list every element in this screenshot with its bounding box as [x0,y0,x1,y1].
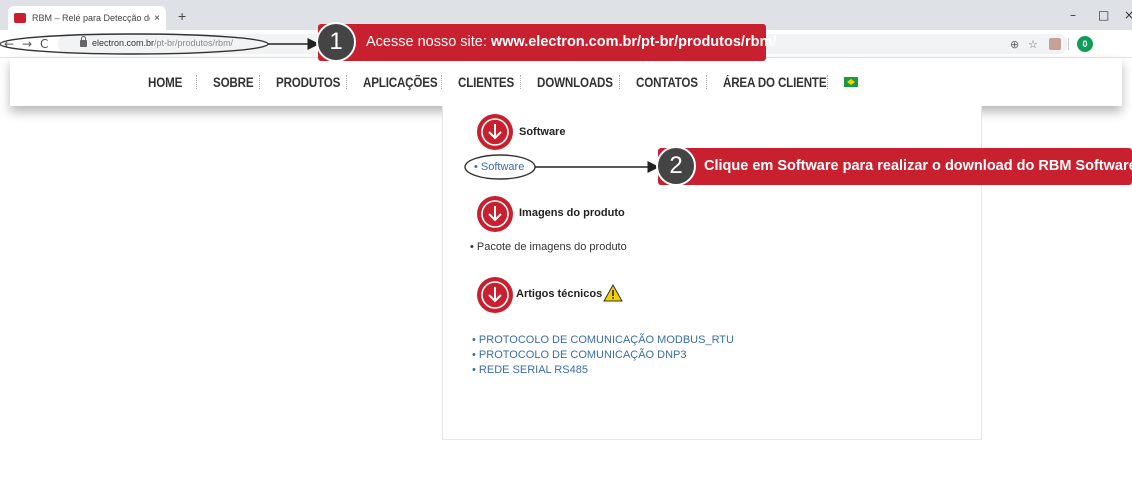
nav-separator [520,75,521,89]
software-section-title: Software [519,126,566,138]
url-host: electron.com.br [92,38,155,48]
nav-item-sobre[interactable]: SOBRE [213,75,254,90]
nav-separator [196,75,197,89]
nav-item-contatos[interactable]: CONTATOS [636,75,698,90]
nav-item--rea-do-cliente[interactable]: ÁREA DO CLIENTE [723,75,827,90]
back-button[interactable]: ← [4,37,14,51]
zoom-icon[interactable]: ⊕ [1010,38,1019,51]
software-download-icon[interactable] [477,114,513,150]
images-section-title: Imagens do produto [519,207,625,219]
article-link[interactable]: • REDE SERIAL RS485 [472,364,588,376]
article-link[interactable]: • PROTOCOLO DE COMUNICAÇÃO DNP3 [472,349,687,361]
extension-badge-icon[interactable]: 0 [1077,36,1093,52]
forward-button[interactable]: → [22,37,32,51]
brazil-flag-icon[interactable] [844,77,858,87]
nav-item-aplica-es[interactable]: APLICAÇÕES [363,75,438,90]
nav-item-home[interactable]: HOME [148,75,182,90]
extension-icon[interactable] [1049,38,1061,50]
article-link[interactable]: • PROTOCOLO DE COMUNICAÇÃO MODBUS_RTU [472,334,734,346]
new-tab-button[interactable]: + [178,8,186,24]
nav-item-clientes[interactable]: CLIENTES [458,75,514,90]
restore-button[interactable]: □ [1098,8,1109,22]
software-link[interactable]: • Software [474,161,524,173]
nav-separator [441,75,442,89]
nav-separator [346,75,347,89]
nav-separator [259,75,260,89]
browser-tab[interactable]: RBM – Relé para Detecção de R... × [8,6,166,30]
step2-text: Clique em Software para realizar o downl… [704,158,1132,174]
nav-separator [827,75,828,89]
site-favicon-icon [14,13,26,23]
toolbar-divider [1068,38,1069,50]
lock-icon [80,36,87,47]
step2-number-badge: 2 [656,146,696,186]
articles-download-icon[interactable] [477,277,513,313]
tab-title: RBM – Relé para Detecção de R... [32,13,150,23]
images-package-item[interactable]: • Pacote de imagens do produto [470,241,627,253]
site-navigation: HOME SOBRE PRODUTOS APLICAÇÕES CLIENTES DOWNL… [10,58,1122,106]
nav-separator [706,75,707,89]
warning-icon [603,284,623,302]
address-bar-url[interactable]: electron.com.br/pt-br/produtos/rbm/ [92,38,233,48]
images-download-icon[interactable] [477,196,513,232]
nav-item-downloads[interactable]: DOWNLOADS [537,75,613,90]
reload-button[interactable]: C [40,37,48,51]
tab-close-icon[interactable]: × [154,13,160,24]
nav-separator [619,75,620,89]
step1-callout: 1 Acesse nosso site: www.electron.com.br/… [316,22,776,62]
url-path: /pt-br/produtos/rbm/ [154,38,234,48]
articles-section-title: Artigos técnicos [516,288,603,300]
step1-prefix: Acesse nosso site: [366,34,491,50]
site-nav-items: HOME SOBRE PRODUTOS APLICAÇÕES CLIENTES DOWNL… [148,58,858,106]
step2-callout: 2 Clique em Software para realizar o down… [656,146,1132,186]
step1-url: www.electron.com.br/pt-br/produtos/rbm/ [490,34,777,50]
bookmark-star-icon[interactable]: ☆ [1028,38,1038,51]
close-window-button[interactable]: × [1124,8,1132,22]
minimize-button[interactable]: – [1070,8,1076,22]
nav-item-produtos[interactable]: PRODUTOS [276,75,340,90]
step1-number-badge: 1 [316,22,356,62]
